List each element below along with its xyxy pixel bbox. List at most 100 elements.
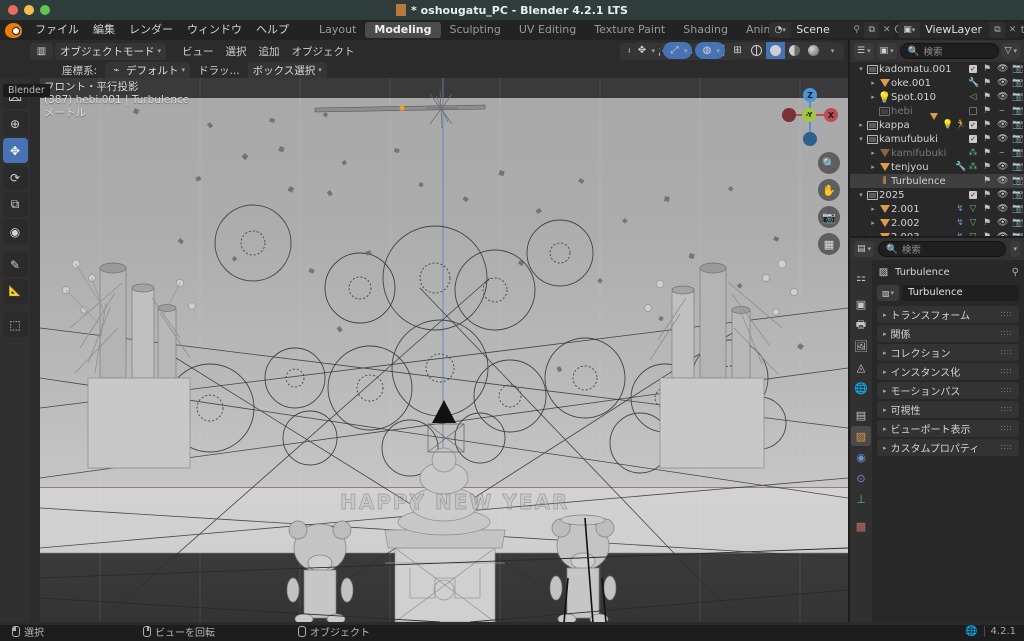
mesh-data-icon[interactable]: ▽ (968, 232, 978, 236)
outliner-row-toggles[interactable]: ✓ ⚑ 👁 📷 (969, 64, 1023, 74)
hide-icon[interactable]: 👁 (997, 176, 1008, 186)
outliner-row-2025[interactable]: ▾ 2025 ✓ ⚑ 👁 📷 (850, 188, 1024, 202)
light-icon[interactable]: 💡 (942, 120, 953, 130)
shading-rendered-button[interactable] (804, 42, 823, 59)
hide-icon[interactable]: 👁 (997, 190, 1008, 200)
panel-transform[interactable]: ▸ トランスフォーム (877, 306, 1019, 323)
shading-wireframe-button[interactable]: ⊞ (728, 42, 747, 59)
zoom-icon[interactable]: 🔍 (818, 152, 840, 174)
shading-material-button[interactable] (785, 42, 804, 59)
xray-toggle-button[interactable]: ◍ ▾ (695, 42, 725, 59)
cursor-tool-button[interactable]: ⊕ (2, 111, 28, 136)
expand-icon[interactable]: ▸ (856, 121, 866, 129)
checkbox-icon[interactable]: ✓ (969, 135, 977, 143)
scene-new-button[interactable]: ⧉ (864, 22, 880, 38)
tab-tool[interactable]: ⚏ (851, 267, 871, 287)
tab-sculpting[interactable]: Sculpting (441, 22, 510, 38)
anim-icon[interactable]: ↯ (955, 218, 965, 228)
outliner-row-2-003[interactable]: ▸ 2.003 ↯ ▽ ⚑ 👁 📷 (850, 230, 1024, 236)
select-toggle-icon[interactable]: ⚑ (982, 64, 992, 74)
hide-icon[interactable]: 👁 (997, 120, 1008, 130)
select-toggle-icon[interactable]: ⚑ (982, 176, 992, 186)
select-toggle-icon[interactable]: ⚑ (982, 106, 992, 116)
gizmo-axis-neg-y[interactable]: -Y (802, 108, 816, 122)
select-toggle-icon[interactable]: ⚑ (982, 134, 992, 144)
viewlayer-new-button[interactable]: ⧉ (990, 22, 1005, 38)
select-toggle-icon[interactable]: ⚑ (982, 204, 992, 214)
disable-render-icon[interactable]: 📷 (1012, 78, 1023, 88)
camera-icon[interactable]: 📷 (818, 206, 840, 228)
hide-icon[interactable]: 👁 (997, 232, 1008, 236)
outliner-row-turbulence[interactable]: ⦀ Turbulence ⚑ 👁 📷 (850, 174, 1024, 188)
shading-options-dropdown[interactable]: ▾ (823, 42, 842, 59)
tab-physics[interactable]: ◉ (851, 447, 871, 467)
hide-icon[interactable]: 👁 (997, 218, 1008, 228)
anim-icon[interactable]: ↯ (955, 204, 965, 214)
hide-icon[interactable]: 👁 (997, 92, 1008, 102)
panel-custom-properties[interactable]: ▸ カスタムプロパティ (877, 439, 1019, 456)
disable-render-icon[interactable]: 📷 (1012, 204, 1023, 214)
select-toggle-icon[interactable]: ⚑ (982, 78, 992, 88)
panel-relations[interactable]: ▸ 関係 (877, 325, 1019, 342)
viewport-overlays-dropdown[interactable]: ⤢ ▾ (662, 42, 693, 59)
disable-render-icon[interactable]: 📷 (1012, 218, 1023, 228)
menu-edit[interactable]: 編集 (86, 20, 122, 40)
panel-viewport-display[interactable]: ▸ ビューポート表示 (877, 420, 1019, 437)
disable-render-icon[interactable]: 📷 (1012, 232, 1023, 236)
annotate-tool-button[interactable]: ✎ (2, 252, 28, 277)
modifier-icon[interactable]: 🔧 (968, 78, 979, 88)
menu-file[interactable]: ファイル (28, 20, 86, 40)
viewlayer-icon[interactable]: ▣ ▾ (898, 22, 921, 38)
rotate-tool-button[interactable]: ⟳ (2, 165, 28, 190)
disable-render-icon[interactable]: 📷 (1012, 64, 1023, 74)
menu-help[interactable]: ヘルプ (249, 20, 296, 40)
coordinate-system-dropdown[interactable]: ⌁ デフォルト ▾ (105, 61, 191, 79)
disable-render-icon[interactable]: 📷 (1012, 190, 1023, 200)
disable-render-icon[interactable]: 📷 (1012, 92, 1023, 102)
outliner-row-kappa[interactable]: ▸ kappa 💡 🏃 ✓ ⚑ 👁 📷 (850, 113, 1024, 132)
tab-collection[interactable]: ▤ (851, 405, 871, 425)
checkbox-icon[interactable]: ✓ (969, 65, 977, 73)
viewport-menu-view[interactable]: ビュー (177, 44, 219, 59)
shading-solid-outline-button[interactable] (747, 42, 766, 59)
armature-icon[interactable]: 🏃 (955, 120, 966, 130)
viewlayer-unlink-button[interactable]: ✕ (1005, 22, 1020, 38)
select-mode-dropdown[interactable]: ボックス選択 ▾ (247, 61, 327, 79)
navigation-gizmo[interactable]: Z X -Y (780, 86, 838, 146)
outliner-row-oke[interactable]: ▸ oke.001 🔧 ⚑ 👁 📷 (850, 76, 1024, 90)
viewport-menu-select[interactable]: 選択 (221, 44, 252, 59)
scene-unlink-button[interactable]: ✕ (879, 22, 894, 38)
outliner-tree[interactable]: ▾ kadomatu.001 ✓ ⚑ 👁 📷 ▸ oke.001 🔧 ⚑ 👁 📷… (850, 62, 1024, 236)
expand-icon[interactable]: ▸ (868, 233, 878, 236)
gizmo-axis-x[interactable]: X (824, 108, 838, 122)
expand-icon[interactable]: ▾ (856, 65, 866, 73)
move-tool-button[interactable]: ✥ (2, 138, 28, 163)
light-data-icon[interactable]: ◁ (968, 92, 978, 102)
mesh-icon[interactable] (929, 113, 939, 130)
outliner-row-spot[interactable]: ▸ 💡 Spot.010 ◁ ⚑ 👁 📷 (850, 90, 1024, 104)
outliner-row-kamifubuki[interactable]: ▸ kamifubuki ⁂ ⚑ ⌣ 📷 (850, 146, 1024, 160)
checkbox-icon[interactable]: ✓ (969, 191, 977, 199)
anim-icon[interactable]: ↯ (955, 232, 965, 236)
menu-render[interactable]: レンダー (122, 20, 180, 40)
particle-icon[interactable]: ⁂ (968, 148, 978, 158)
blender-logo-icon[interactable] (5, 22, 22, 38)
modifier-icon[interactable]: 🔧 (955, 162, 966, 172)
scene-pin-icon[interactable]: ⚲ (849, 22, 864, 38)
expand-icon[interactable]: ▸ (868, 219, 878, 227)
select-toggle-icon[interactable]: ⚑ (982, 92, 992, 102)
pin-icon[interactable]: ⚲ (1012, 267, 1019, 278)
id-type-icon[interactable]: ▣ ▾ (876, 43, 897, 59)
hide-icon[interactable]: 👁 (997, 162, 1008, 172)
disable-render-icon[interactable]: 📷 (1012, 176, 1023, 186)
gizmo-axis-neg-x[interactable] (782, 108, 796, 122)
object-name-field[interactable]: Turbulence (902, 285, 1019, 301)
tab-texture-paint[interactable]: Texture Paint (585, 22, 674, 38)
grid-icon[interactable]: ▦ (818, 233, 840, 255)
tab-object-data[interactable]: ⊥ (851, 489, 871, 509)
viewlayer-name[interactable]: ViewLayer (920, 22, 990, 38)
mesh-data-icon[interactable]: ▽ (968, 218, 978, 228)
tab-scene[interactable]: ◬ (851, 357, 871, 377)
hide-icon[interactable]: 👁 (997, 64, 1008, 74)
editor-type-button[interactable]: ▥ (30, 42, 53, 60)
